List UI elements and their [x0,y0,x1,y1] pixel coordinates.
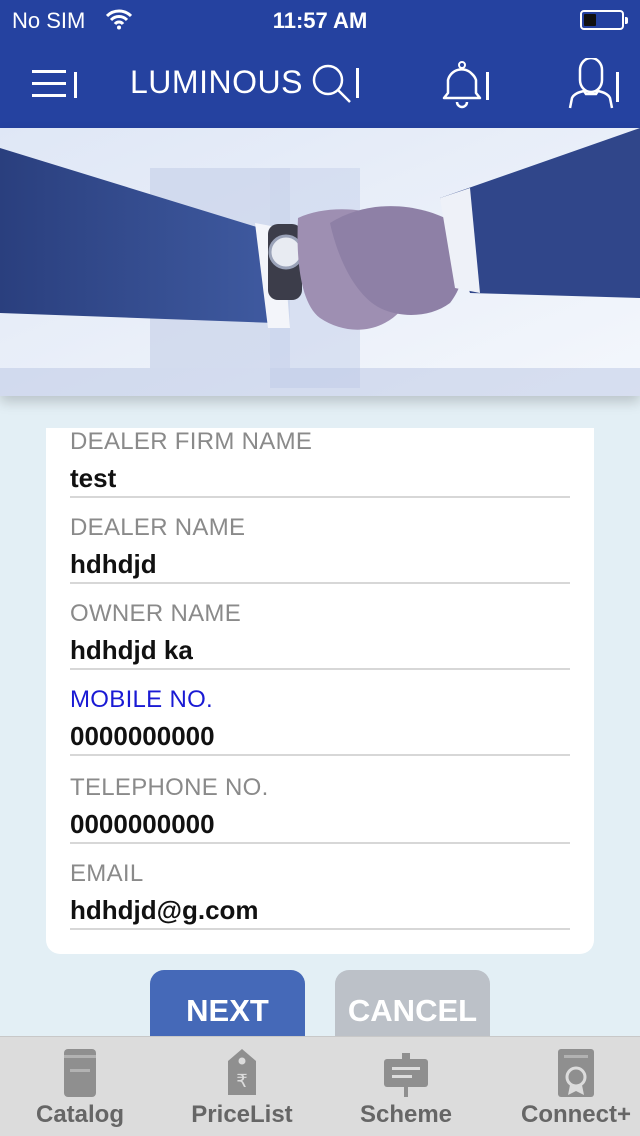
menu-icon[interactable] [30,68,82,100]
field-owner-name[interactable]: OWNER NAME hdhdjd ka [70,600,570,670]
scheme-board-icon [384,1053,428,1097]
handshake-image [0,128,640,396]
svg-text:₹: ₹ [236,1071,247,1092]
field-dealer-firm-name[interactable]: DEALER FIRM NAME test [70,428,570,498]
price-tag-icon: ₹ [228,1049,256,1095]
status-bar: No SIM 11:57 AM [0,0,640,40]
field-value[interactable]: hdhdjd [70,548,570,580]
tab-label: Catalog [35,1101,124,1128]
bell-icon[interactable] [438,60,494,110]
catalog-icon [64,1049,96,1097]
clock: 11:57 AM [272,8,368,33]
field-label: MOBILE NO. [70,686,214,713]
field-value[interactable]: 0000000000 [70,808,570,840]
search-icon[interactable] [310,62,366,106]
tab-label: Connect+ [520,1101,631,1128]
field-email[interactable]: EMAIL hdhdjd@g.com [70,860,570,930]
dealer-form: DEALER FIRM NAME test DEALER NAME hdhdjd… [46,428,594,954]
field-value[interactable]: test [70,462,570,494]
cancel-button[interactable]: CANCEL [335,970,490,1046]
field-label: OWNER NAME [70,600,241,627]
field-label: TELEPHONE NO. [70,774,269,801]
bottom-tab-bar: Catalog ₹ PriceList Scheme Connect+ [0,1036,640,1136]
tab-scheme[interactable]: Scheme [326,1037,486,1136]
user-icon[interactable] [566,58,622,112]
tab-label: Scheme [359,1101,453,1128]
field-dealer-name[interactable]: DEALER NAME hdhdjd [70,514,570,584]
next-button[interactable]: NEXT [150,970,305,1046]
battery-icon [580,10,628,30]
tab-pricelist[interactable]: ₹ PriceList [162,1037,322,1136]
field-value[interactable]: 0000000000 [70,720,570,752]
banner-image [0,128,640,396]
brand-title: LUMINOUS [130,64,303,100]
field-value[interactable]: hdhdjd ka [70,634,570,666]
certificate-icon [558,1049,594,1097]
app-header: LUMINOUS [0,40,640,128]
field-mobile-no[interactable]: MOBILE NO. 0000000000 [70,686,570,756]
field-value[interactable]: hdhdjd@g.com [70,894,570,926]
field-label: DEALER FIRM NAME [70,428,313,455]
tab-connect-plus[interactable]: Connect+ [496,1037,640,1136]
tab-catalog[interactable]: Catalog [0,1037,160,1136]
tab-label: PriceList [191,1101,293,1128]
field-label: EMAIL [70,860,144,887]
field-label: DEALER NAME [70,514,246,541]
field-telephone-no[interactable]: TELEPHONE NO. 0000000000 [70,774,570,844]
